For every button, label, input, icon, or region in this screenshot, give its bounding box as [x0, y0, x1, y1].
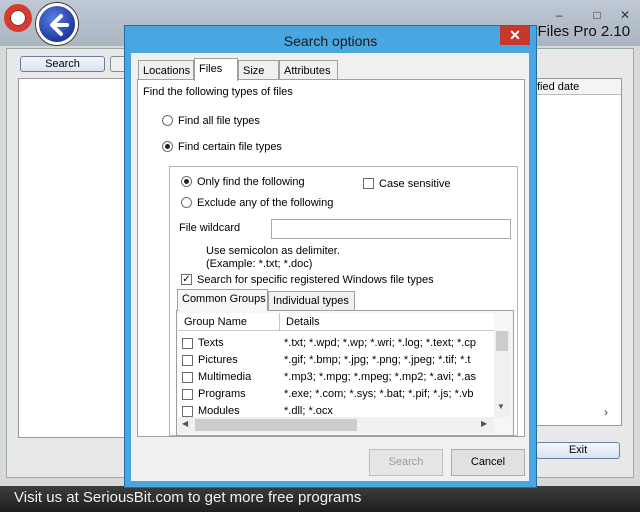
horizontal-scroll-thumb[interactable] [195, 419, 357, 431]
group-details: *.dll; *.ocx [284, 405, 333, 417]
subtab-common-groups[interactable]: Common Groups [177, 289, 268, 311]
exclude-any-radio[interactable] [181, 197, 192, 208]
cancel-button[interactable]: Cancel [451, 449, 525, 476]
group-details: *.exe; *.com; *.sys; *.bat; *.pif; *.js;… [284, 388, 474, 400]
case-sensitive-label[interactable]: Case sensitive [379, 178, 451, 190]
tab-size[interactable]: Size [238, 60, 279, 80]
find-certain-radio[interactable] [162, 141, 173, 152]
results-left-panel[interactable] [18, 78, 128, 438]
group-name: Texts [198, 337, 224, 349]
group-name: Multimedia [198, 371, 252, 383]
row-checkbox[interactable] [182, 406, 193, 417]
search-button[interactable]: Search [20, 56, 105, 72]
wildcard-label: File wildcard [179, 222, 241, 234]
table-row[interactable]: Programs *.exe; *.com; *.sys; *.bat; *.p… [178, 386, 494, 403]
back-arrow-icon[interactable] [36, 3, 78, 45]
tab-attributes[interactable]: Attributes [279, 60, 338, 80]
minimize-icon[interactable]: – [548, 8, 570, 22]
maximize-icon[interactable]: □ [586, 8, 608, 22]
app-title: yFiles Pro 2.10 [530, 23, 631, 40]
tab-locations[interactable]: Locations [138, 60, 194, 80]
scroll-right-icon[interactable]: ▶ [481, 419, 487, 428]
footer-promo-link[interactable]: Visit us at SeriousBit.com to get more f… [14, 489, 361, 506]
app-logo-lifebuoy-icon [4, 4, 32, 32]
exit-button[interactable]: Exit [536, 442, 620, 459]
subtab-individual-types[interactable]: Individual types [268, 291, 355, 310]
row-checkbox[interactable] [182, 372, 193, 383]
table-row[interactable]: Multimedia *.mp3; *.mpg; *.mpeg; *.mp2; … [178, 369, 494, 386]
row-checkbox[interactable] [182, 355, 193, 366]
row-checkbox[interactable] [182, 389, 193, 400]
results-list[interactable] [530, 78, 622, 426]
tab-files[interactable]: Files [194, 58, 238, 81]
group-name: Pictures [198, 354, 238, 366]
scroll-right-icon[interactable]: › [604, 405, 608, 419]
find-all-label[interactable]: Find all file types [178, 115, 260, 127]
dialog-search-button[interactable]: Search [369, 449, 443, 476]
dialog-close-button[interactable]: ✕ [500, 26, 530, 45]
row-checkbox[interactable] [182, 338, 193, 349]
group-name: Modules [198, 405, 240, 417]
table-row[interactable]: Pictures *.gif; *.bmp; *.jpg; *.png; *.j… [178, 352, 494, 369]
vertical-scroll-thumb[interactable] [496, 331, 508, 351]
exclude-any-label[interactable]: Exclude any of the following [197, 197, 333, 209]
details-column-header[interactable]: Details [280, 313, 494, 331]
group-name-column-header[interactable]: Group Name [178, 313, 280, 331]
registered-types-checkbox[interactable]: ✓ [181, 274, 192, 285]
only-find-radio[interactable] [181, 176, 192, 187]
group-details: *.mp3; *.mpg; *.mpeg; *.mp2; *.avi; *.as [284, 371, 476, 383]
group-name: Programs [198, 388, 246, 400]
dialog-title: Search options [283, 33, 378, 49]
wildcard-hint-line1: Use semicolon as delimiter. [206, 245, 340, 257]
only-find-label[interactable]: Only find the following [197, 176, 305, 188]
scroll-down-icon[interactable]: ▼ [497, 402, 505, 411]
modified-date-column-header[interactable]: fied date [531, 79, 621, 95]
scroll-left-icon[interactable]: ◀ [182, 419, 188, 428]
close-icon[interactable]: ✕ [614, 8, 636, 22]
find-all-radio[interactable] [162, 115, 173, 126]
group-details: *.txt; *.wpd; *.wp; *.wri; *.log; *.text… [284, 337, 476, 349]
files-heading: Find the following types of files [143, 86, 293, 98]
wildcard-input[interactable] [271, 219, 511, 239]
find-certain-label[interactable]: Find certain file types [178, 141, 282, 153]
table-row[interactable]: Texts *.txt; *.wpd; *.wp; *.wri; *.log; … [178, 335, 494, 352]
wildcard-hint-line2: (Example: *.txt; *.doc) [206, 258, 313, 270]
case-sensitive-checkbox[interactable] [363, 178, 374, 189]
registered-types-label[interactable]: Search for specific registered Windows f… [197, 274, 434, 286]
group-details: *.gif; *.bmp; *.jpg; *.png; *.jpeg; *.ti… [284, 354, 471, 366]
